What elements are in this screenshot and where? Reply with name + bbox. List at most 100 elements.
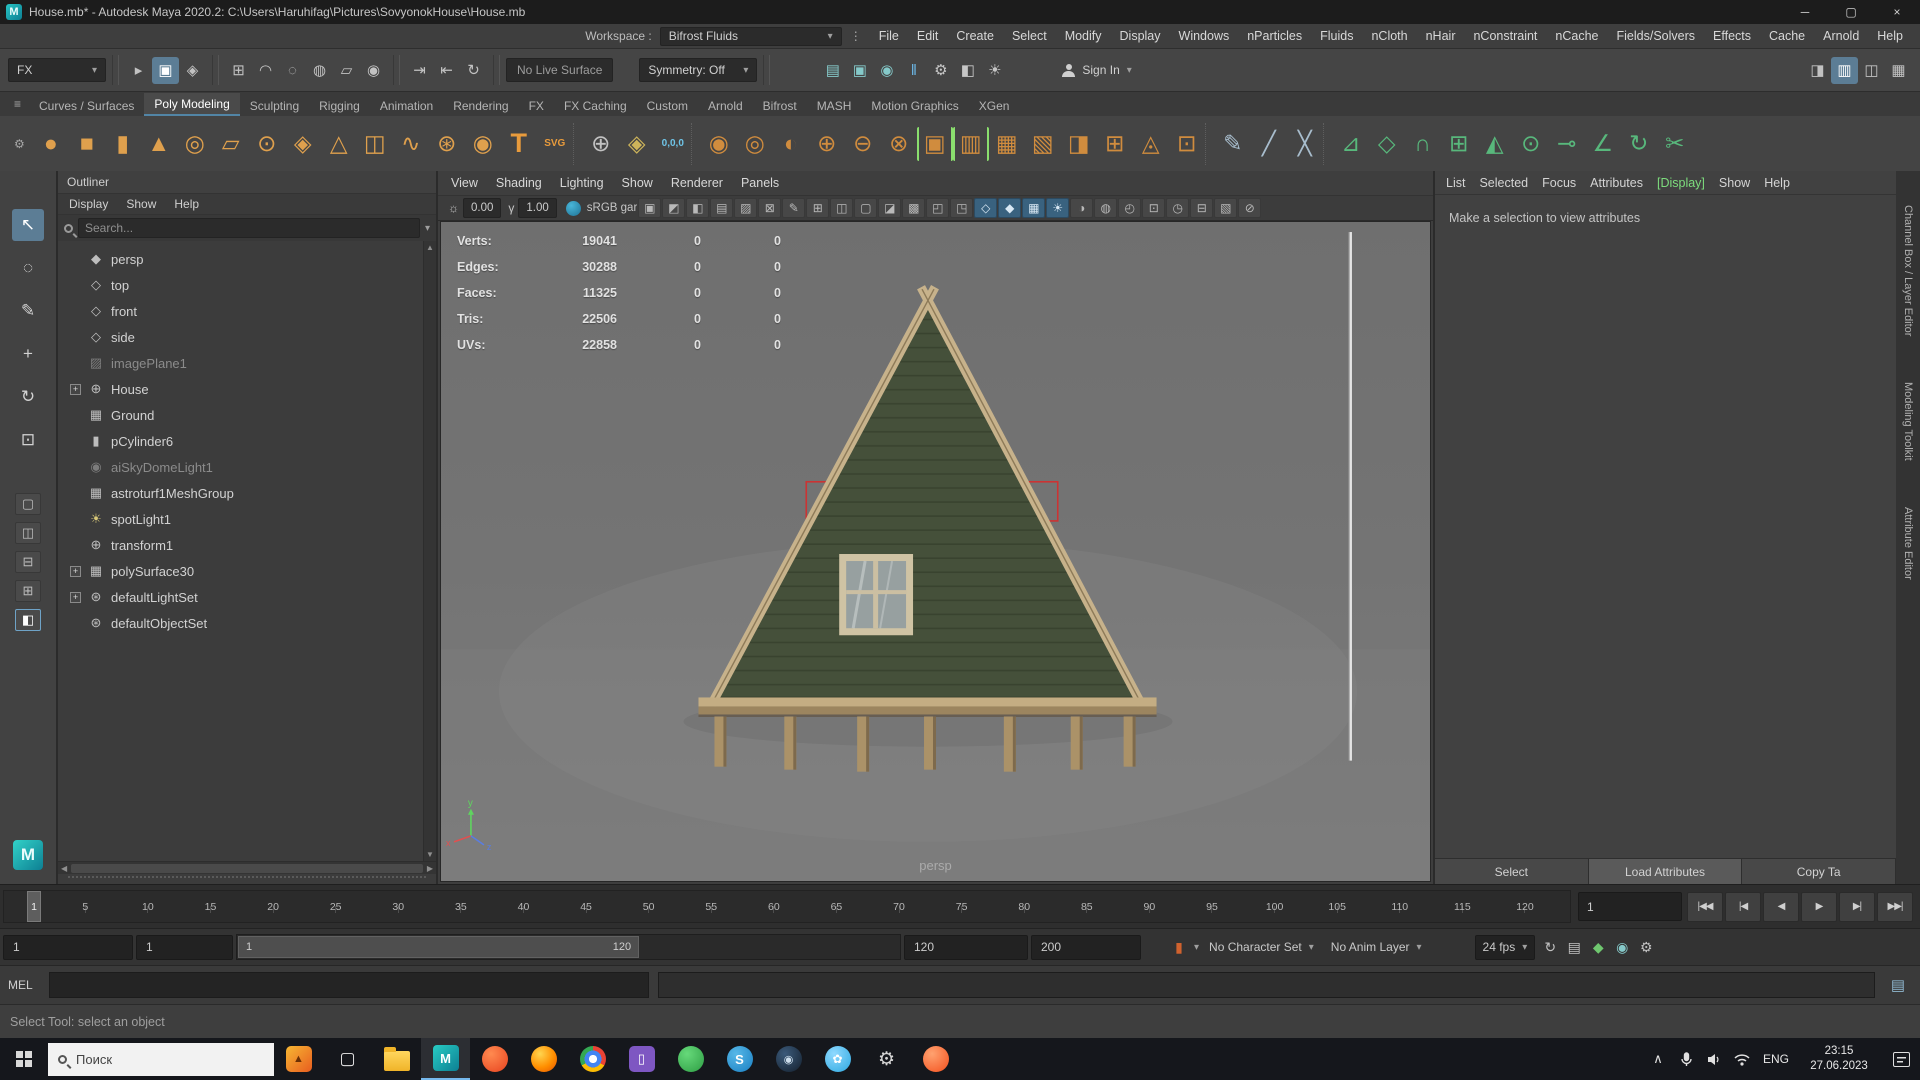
safe-action-icon[interactable]: ◰: [926, 198, 949, 218]
subdivide-icon[interactable]: ⊞: [1097, 124, 1133, 164]
mel-command-input[interactable]: [49, 972, 649, 998]
use-all-lights-icon[interactable]: ☀: [1046, 198, 1069, 218]
outliner-item[interactable]: + ▦ polySurface30: [58, 558, 436, 584]
quadrangulate-icon[interactable]: ⊡: [1169, 124, 1205, 164]
selection-mask-dropdown[interactable]: FX ▾: [8, 58, 106, 82]
playback-start-field[interactable]: 1: [136, 935, 233, 960]
poly-gear-icon[interactable]: ⊛: [429, 124, 465, 164]
spin-edge-icon[interactable]: ↻: [1621, 124, 1657, 164]
outliner-item[interactable]: ◇ front: [58, 298, 436, 324]
menu-item[interactable]: Help: [1868, 29, 1912, 43]
step-back-button[interactable]: |◀: [1725, 892, 1761, 922]
animation-end-field[interactable]: 200: [1031, 935, 1141, 960]
outliner-item[interactable]: ⊕ transform1: [58, 532, 436, 558]
shelf-tab[interactable]: Custom: [637, 95, 698, 116]
menu-item[interactable]: Fields/Solvers: [1608, 29, 1705, 43]
grease-pencil-icon[interactable]: ✎: [782, 198, 805, 218]
paint-selection-tool-button[interactable]: ✎: [12, 295, 44, 327]
attribute-editor-menu-item[interactable]: Selected: [1472, 176, 1535, 190]
scroll-right-icon[interactable]: ▶: [427, 864, 433, 873]
language-indicator[interactable]: ENG: [1756, 1052, 1796, 1066]
outliner-item[interactable]: ◉ aiSkyDomeLight1: [58, 454, 436, 480]
taskbar-app-skype[interactable]: S: [715, 1038, 764, 1080]
xray-icon[interactable]: ▧: [1214, 198, 1237, 218]
outliner-vertical-scrollbar[interactable]: ▲ ▼: [423, 241, 436, 861]
shelf-separator[interactable]: [1205, 123, 1215, 165]
lock-camera-icon[interactable]: ◩: [662, 198, 685, 218]
select-hierarchy-icon[interactable]: ▸: [125, 57, 152, 84]
select-button[interactable]: Select: [1435, 859, 1589, 884]
origin-000-icon[interactable]: 0,0,0: [655, 124, 691, 164]
play-forward-button[interactable]: ▶: [1801, 892, 1837, 922]
time-slider-track[interactable]: 5101520253035404550556065707580859095100…: [3, 890, 1571, 923]
loop-playback-icon[interactable]: ↻: [1538, 935, 1562, 959]
viewport-menu-item[interactable]: Show: [613, 176, 662, 190]
range-track[interactable]: 1 120: [236, 934, 901, 960]
load-attributes-button[interactable]: Load Attributes: [1589, 859, 1743, 884]
shelf-tab[interactable]: Rigging: [309, 95, 370, 116]
shelf-separator[interactable]: [691, 123, 701, 165]
command-result-field[interactable]: [658, 972, 1875, 998]
shelf-tab[interactable]: Motion Graphics: [861, 95, 968, 116]
maximize-button[interactable]: ▢: [1828, 0, 1874, 24]
textured-icon[interactable]: ▦: [1022, 198, 1045, 218]
start-button[interactable]: [0, 1038, 48, 1080]
ambient-occlusion-icon[interactable]: ◍: [1094, 198, 1117, 218]
menu-item[interactable]: Fluids: [1311, 29, 1362, 43]
crease-icon[interactable]: ∠: [1585, 124, 1621, 164]
construction-history-icon[interactable]: ↻: [460, 57, 487, 84]
outliner-item[interactable]: + ⊛ defaultLightSet: [58, 584, 436, 610]
move-tool-button[interactable]: +: [12, 338, 44, 370]
menu-item[interactable]: Edit: [908, 29, 948, 43]
outliner-item[interactable]: ▮ pCylinder6: [58, 428, 436, 454]
scale-tool-button[interactable]: ⊡: [12, 424, 44, 456]
workspace-dropdown[interactable]: Bifrost Fluids ▾: [660, 27, 842, 46]
poly-sphere-icon[interactable]: ●: [33, 124, 69, 164]
action-center-button[interactable]: [1882, 1038, 1920, 1080]
taskbar-app-explorer[interactable]: [372, 1038, 421, 1080]
outliner-item[interactable]: ▦ Ground: [58, 402, 436, 428]
two-pane-stacked-layout-button[interactable]: ⊟: [15, 551, 41, 573]
shelf-options-icon[interactable]: ⚙: [6, 137, 33, 151]
shadows-icon[interactable]: ◑: [1070, 198, 1093, 218]
poly-soccer-ball-icon[interactable]: ◉: [465, 124, 501, 164]
shelf-tab[interactable]: Bifrost: [753, 95, 807, 116]
taskbar-search[interactable]: Поиск: [48, 1043, 274, 1076]
taskbar-app-chrome[interactable]: [568, 1038, 617, 1080]
reduce-icon[interactable]: ▥: [953, 127, 989, 161]
fps-dropdown[interactable]: 24 fps ▾: [1475, 935, 1536, 960]
quad-draw-icon[interactable]: ✎: [1215, 124, 1251, 164]
attribute-editor-menu-item[interactable]: Help: [1757, 176, 1797, 190]
snap-grid-icon[interactable]: ⊞: [225, 57, 252, 84]
exposure-icon[interactable]: ☼: [448, 201, 459, 215]
poly-pyramid-icon[interactable]: △: [321, 124, 357, 164]
anim-layer-dropdown[interactable]: No Anim Layer ▾: [1324, 940, 1429, 954]
toggle-channel-box-icon[interactable]: ▦: [1885, 57, 1912, 84]
wireframe-icon[interactable]: ◇: [974, 198, 997, 218]
shelf-tab[interactable]: Animation: [370, 95, 443, 116]
select-object-icon[interactable]: ▣: [152, 57, 179, 84]
input-connections-icon[interactable]: ⇥: [406, 57, 433, 84]
menu-item[interactable]: Effects: [1704, 29, 1760, 43]
toggle-attribute-editor-icon[interactable]: ◫: [1858, 57, 1885, 84]
taskbar-app-lightblue[interactable]: ✿: [813, 1038, 862, 1080]
snap-view-plane-icon[interactable]: ▱: [333, 57, 360, 84]
speaker-icon[interactable]: [1700, 1038, 1728, 1080]
scrollbar-thumb[interactable]: [71, 864, 423, 873]
gate-mask-icon[interactable]: ◪: [878, 198, 901, 218]
isolate-select-icon[interactable]: ⊟: [1190, 198, 1213, 218]
step-forward-button[interactable]: ▶|: [1839, 892, 1875, 922]
shelf-tab[interactable]: Curves / Surfaces: [29, 95, 144, 116]
shelf-tab[interactable]: MASH: [807, 95, 862, 116]
poly-type-icon[interactable]: T: [501, 124, 537, 164]
menu-item[interactable]: nCache: [1546, 29, 1607, 43]
character-set-dropdown[interactable]: No Character Set ▾: [1202, 940, 1321, 954]
taskbar-app-steam[interactable]: ◉: [764, 1038, 813, 1080]
retopologize-icon[interactable]: ▧: [1025, 124, 1061, 164]
menu-item[interactable]: Cache: [1760, 29, 1814, 43]
attribute-editor-menu-item[interactable]: List: [1439, 176, 1472, 190]
outliner-item[interactable]: ▨ imagePlane1: [58, 350, 436, 376]
depth-of-field-icon[interactable]: ◷: [1166, 198, 1189, 218]
range-key-icon[interactable]: ▮: [1167, 935, 1191, 959]
render-frame-icon[interactable]: ▣: [846, 57, 873, 84]
